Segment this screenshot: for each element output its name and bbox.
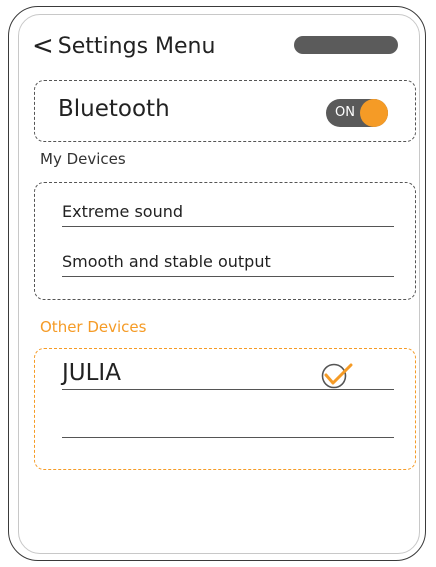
toggle-knob — [360, 99, 388, 127]
page-title: Settings Menu — [57, 33, 216, 59]
header-pill — [294, 36, 398, 54]
other-device-row-empty[interactable] — [62, 410, 394, 438]
check-circle-icon — [321, 363, 353, 389]
device-name: Smooth and stable output — [62, 252, 271, 271]
chevron-left-icon: < — [32, 31, 54, 61]
device-row[interactable]: Smooth and stable output — [62, 250, 394, 277]
back-button[interactable]: < Settings Menu — [32, 30, 215, 62]
other-device-row[interactable]: JULIA — [62, 360, 394, 390]
device-row[interactable]: Extreme sound — [62, 200, 394, 227]
device-name: Extreme sound — [62, 202, 183, 221]
my-devices-heading: My Devices — [40, 150, 126, 168]
device-name: JULIA — [62, 360, 121, 386]
toggle-state-label: ON — [335, 105, 355, 120]
bluetooth-label: Bluetooth — [58, 96, 170, 122]
bluetooth-toggle[interactable]: ON — [326, 99, 388, 127]
other-devices-heading: Other Devices — [40, 318, 147, 336]
